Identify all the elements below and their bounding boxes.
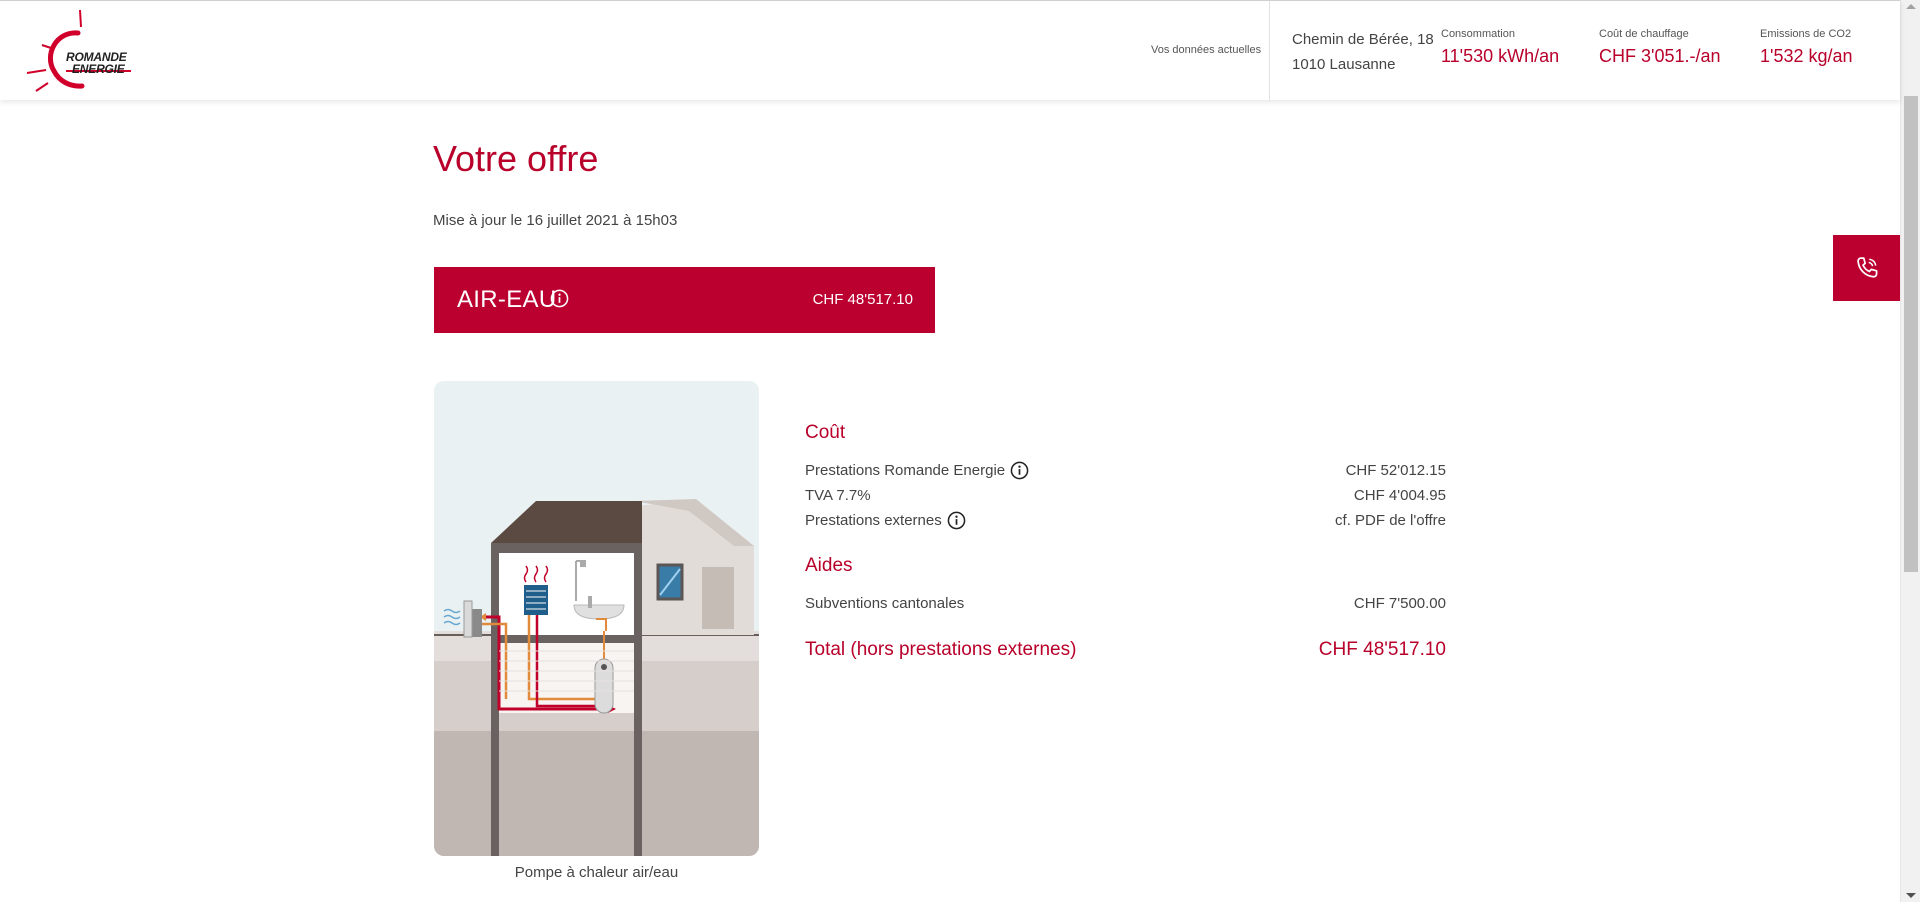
house-illustration bbox=[434, 381, 759, 856]
cost-row-label-wrap: Prestations Romande Energie bbox=[805, 461, 1029, 480]
scroll-up-arrow[interactable] bbox=[1906, 4, 1916, 9]
metric-value: 1'532 kg/an bbox=[1760, 46, 1853, 66]
cost-row-value: CHF 52'012.15 bbox=[1345, 461, 1446, 479]
metric-co2: Emissions de CO2 1'532 kg/an bbox=[1760, 28, 1853, 67]
info-icon[interactable] bbox=[1010, 461, 1029, 480]
cost-row: Prestations Romande Energie CHF 52'012.1… bbox=[805, 459, 1446, 481]
page-title: Votre offre bbox=[433, 138, 599, 179]
total-row: Total (hors prestations externes) CHF 48… bbox=[805, 638, 1446, 662]
illustration-caption: Pompe à chaleur air/eau bbox=[514, 864, 679, 881]
logo-line-2: ENERGIE bbox=[72, 62, 125, 76]
scroll-down-arrow[interactable] bbox=[1906, 893, 1916, 898]
cost-row-label: Prestations externes bbox=[805, 511, 942, 529]
cost-row-label: TVA 7.7% bbox=[805, 486, 871, 504]
cost-row-label-wrap: TVA 7.7% bbox=[805, 487, 871, 504]
cost-row-value: cf. PDF de l'offre bbox=[1335, 511, 1446, 529]
info-icon[interactable] bbox=[550, 289, 569, 308]
address: Chemin de Bérée, 18 1010 Lausanne bbox=[1292, 27, 1434, 77]
current-data-label: Vos données actuelles bbox=[1151, 44, 1262, 56]
metric-value: CHF 3'051.-/an bbox=[1599, 46, 1721, 66]
cost-row-value: CHF 4'004.95 bbox=[1353, 486, 1446, 504]
total-value: CHF 48'517.10 bbox=[1318, 639, 1446, 660]
total-label: Total (hors prestations externes) bbox=[805, 639, 1077, 660]
metric-label: Emissions de CO2 bbox=[1760, 28, 1852, 40]
address-line-2: 1010 Lausanne bbox=[1292, 56, 1396, 73]
scroll-thumb[interactable] bbox=[1904, 96, 1918, 572]
metric-label: Coût de chauffage bbox=[1599, 28, 1689, 40]
vertical-scrollbar[interactable] bbox=[1900, 0, 1920, 902]
company-logo[interactable]: ROMANDE ENERGIE bbox=[26, 9, 136, 97]
aid-row-value: CHF 7'500.00 bbox=[1353, 594, 1446, 612]
cost-row: Prestations externes cf. PDF de l'offre bbox=[805, 509, 1446, 531]
metric-label: Consommation bbox=[1441, 28, 1515, 40]
info-icon[interactable] bbox=[947, 511, 966, 530]
aid-row: Subventions cantonales CHF 7'500.00 bbox=[805, 592, 1446, 614]
header-divider bbox=[1269, 1, 1270, 101]
metric-consumption: Consommation 11'530 kWh/an bbox=[1441, 28, 1559, 67]
cost-row-label: Prestations Romande Energie bbox=[805, 461, 1006, 479]
cost-section-title: Coût bbox=[805, 422, 846, 443]
cost-row: TVA 7.7% CHF 4'004.95 bbox=[805, 484, 1446, 506]
phone-icon bbox=[1856, 257, 1877, 278]
offer-banner: AIR-EAU CHF 48'517.10 bbox=[434, 267, 935, 333]
last-updated: Mise à jour le 16 juillet 2021 à 15h03 bbox=[433, 212, 678, 229]
cost-row-label-wrap: Prestations externes bbox=[805, 511, 966, 530]
metric-value: 11'530 kWh/an bbox=[1441, 46, 1560, 66]
phone-contact-button[interactable] bbox=[1833, 235, 1900, 301]
metric-heating-cost: Coût de chauffage CHF 3'051.-/an bbox=[1599, 28, 1721, 67]
heat-pump-illustration bbox=[434, 381, 759, 856]
aids-section-title: Aides bbox=[805, 555, 853, 576]
offer-price: CHF 48'517.10 bbox=[812, 291, 913, 308]
address-line-1: Chemin de Bérée, 18 bbox=[1292, 31, 1434, 48]
offer-name: AIR-EAU bbox=[457, 286, 557, 313]
aid-row-label: Subventions cantonales bbox=[805, 594, 965, 612]
logo-wordmark: ROMANDE ENERGIE bbox=[66, 51, 127, 75]
top-header: ROMANDE ENERGIE Vos données actuelles Ch… bbox=[0, 0, 1900, 101]
